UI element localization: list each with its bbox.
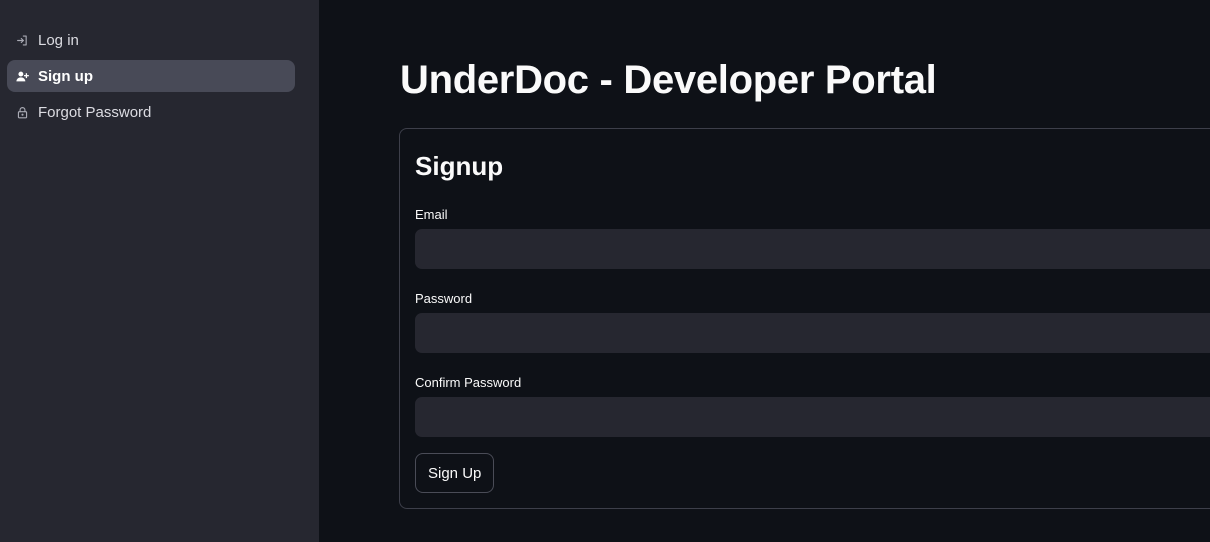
sidebar-item-label: Log in (38, 31, 79, 49)
signup-form: Signup Email Password Confirm Password S… (399, 128, 1210, 509)
confirm-password-label: Confirm Password (415, 375, 522, 390)
password-label: Password (415, 291, 473, 306)
main-content: UnderDoc - Developer Portal Signup Email… (319, 0, 1210, 542)
person-add-icon (16, 70, 29, 83)
page-title: UnderDoc - Developer Portal (400, 58, 937, 102)
sidebar-item-log-in[interactable]: Log in (7, 24, 295, 56)
sidebar-item-forgot-password[interactable]: Forgot Password (7, 96, 295, 128)
email-field[interactable] (415, 229, 1210, 269)
lock-icon (16, 106, 29, 119)
sidebar-nav: Log in Sign up Forgot Password (7, 24, 295, 132)
form-title: Signup (415, 151, 504, 181)
app-window: Log in Sign up Forgot Password UnderDoc … (0, 0, 1210, 542)
email-label: Email (415, 207, 448, 222)
sidebar-item-sign-up[interactable]: Sign up (7, 60, 295, 92)
confirm-password-field[interactable] (415, 397, 1210, 437)
login-icon (16, 34, 29, 47)
sidebar-item-label: Forgot Password (38, 103, 152, 121)
sidebar-item-label: Sign up (38, 67, 93, 85)
password-field[interactable] (415, 313, 1210, 353)
sign-up-button[interactable]: Sign Up (415, 453, 495, 493)
sidebar: Log in Sign up Forgot Password (0, 0, 319, 542)
